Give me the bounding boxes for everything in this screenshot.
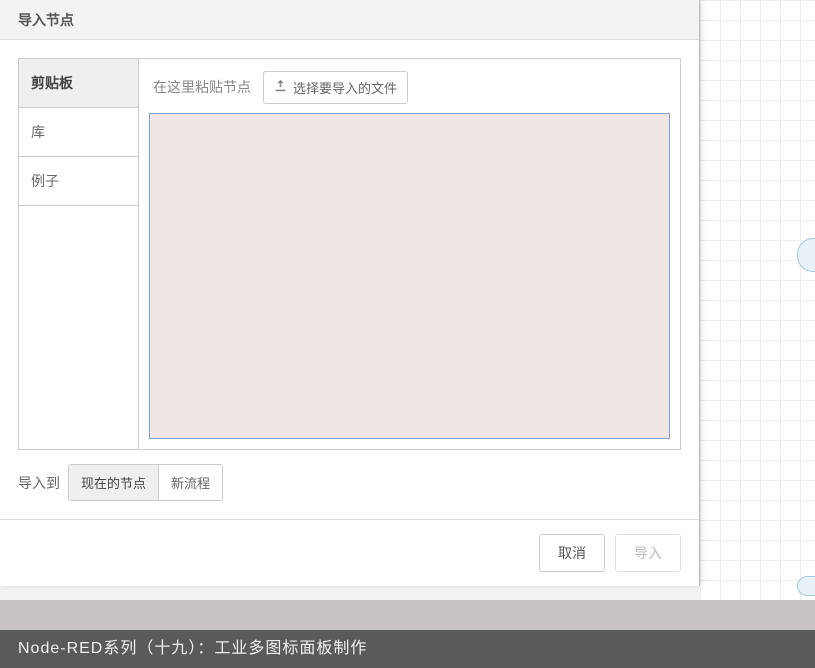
paste-textarea[interactable] [149, 113, 670, 439]
import-main: 在这里粘贴节点 选择要导入的文件 [139, 59, 680, 449]
dialog-body: 剪贴板 库 例子 在这里粘贴节点 选择要导入的文件 [0, 40, 699, 519]
sidebar-spacer [19, 206, 138, 436]
import-button[interactable]: 导入 [615, 534, 681, 572]
import-toolbar: 在这里粘贴节点 选择要导入的文件 [149, 69, 670, 105]
background-node-shape [797, 576, 815, 596]
tab-library[interactable]: 库 [19, 108, 138, 157]
import-destination-row: 导入到 现在的节点 新流程 [18, 464, 681, 501]
dest-current-flow[interactable]: 现在的节点 [69, 465, 159, 500]
import-destination-label: 导入到 [18, 473, 60, 493]
select-file-button[interactable]: 选择要导入的文件 [263, 71, 408, 104]
import-dialog: 导入节点 剪贴板 库 例子 在这里粘贴节点 选择要导入的文件 [0, 0, 700, 586]
destination-toggle: 现在的节点 新流程 [68, 464, 223, 501]
video-caption-bar: Node-RED系列（十九）：工业多图标面板制作 [0, 630, 815, 668]
import-source-tabs: 剪贴板 库 例子 [19, 59, 139, 449]
dest-new-flow[interactable]: 新流程 [159, 465, 222, 500]
upload-icon [274, 79, 287, 95]
select-file-label: 选择要导入的文件 [293, 78, 397, 97]
canvas-grid [700, 0, 815, 600]
tab-examples[interactable]: 例子 [19, 157, 138, 206]
dialog-title: 导入节点 [0, 0, 699, 40]
cancel-button[interactable]: 取消 [539, 534, 605, 572]
background-strip [0, 600, 815, 630]
tab-clipboard[interactable]: 剪贴板 [19, 59, 138, 108]
dialog-footer: 取消 导入 [0, 519, 699, 586]
paste-hint-label: 在这里粘贴节点 [153, 77, 251, 97]
import-panel: 剪贴板 库 例子 在这里粘贴节点 选择要导入的文件 [18, 58, 681, 450]
